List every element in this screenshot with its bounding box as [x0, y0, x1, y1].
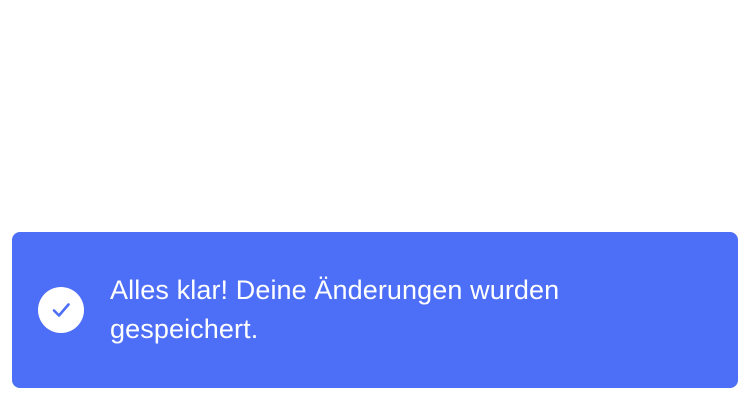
toast-message: Alles klar! Deine Änderungen wurden gesp… [110, 275, 560, 344]
success-toast[interactable]: Alles klar! Deine Änderungen wurden gesp… [12, 232, 738, 388]
screen: Alles klar! Deine Änderungen wurden gesp… [0, 0, 750, 400]
checkmark-icon [52, 303, 70, 317]
check-circle-icon [38, 287, 84, 333]
